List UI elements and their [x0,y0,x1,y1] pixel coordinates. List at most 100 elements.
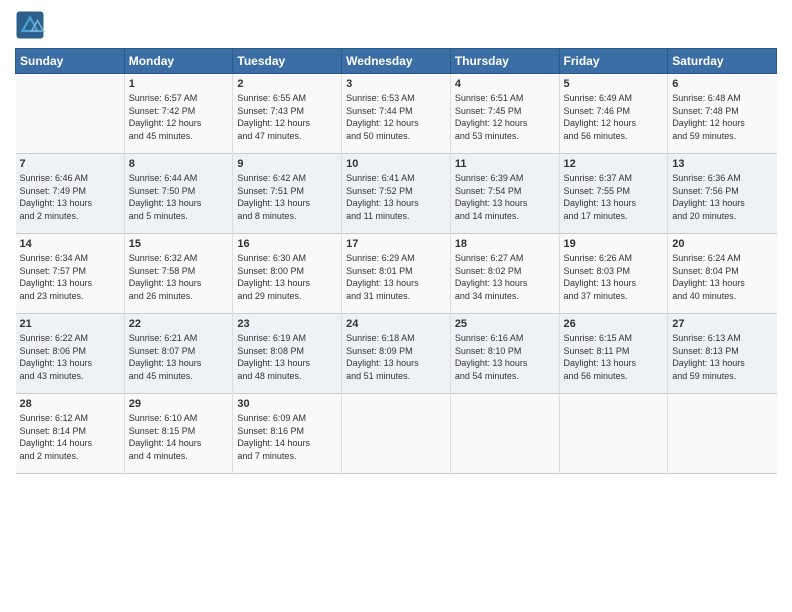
calendar-cell: 2 Sunrise: 6:55 AM Sunset: 7:43 PM Daylig… [233,74,342,154]
calendar-cell: 18 Sunrise: 6:27 AM Sunset: 8:02 PM Dayli… [450,234,559,314]
calendar-cell: 25Sunrise: 6:16 AM Sunset: 8:10 PM Dayli… [450,314,559,394]
cell-content: Sunrise: 6:36 AM Sunset: 7:56 PM Dayligh… [672,172,772,222]
day-number: 10 [346,158,446,170]
cell-content: Sunrise: 6:46 AM Sunset: 7:49 PM Dayligh… [20,172,120,222]
day-number: 27 [672,318,772,330]
day-number: 11 [455,158,555,170]
day-number: 18 [455,238,555,250]
cell-content: Sunrise: 6:29 AM Sunset: 8:01 PM Dayligh… [346,252,446,302]
cell-content: Sunrise: 6:42 AM Sunset: 7:51 PM Dayligh… [237,172,337,222]
calendar-cell: 20 Sunrise: 6:24 AM Sunset: 8:04 PM Dayli… [668,234,777,314]
cell-content: Sunrise: 6:27 AM Sunset: 8:02 PM Dayligh… [455,252,555,302]
cell-content: Sunrise: 6:10 AM Sunset: 8:15 PM Dayligh… [129,412,229,462]
cell-content: Sunrise: 6:12 AM Sunset: 8:14 PM Dayligh… [20,412,120,462]
col-header-saturday: Saturday [668,49,777,74]
col-header-friday: Friday [559,49,668,74]
cell-content: Sunrise: 6:21 AM Sunset: 8:07 PM Dayligh… [129,332,229,382]
calendar-cell: 24 Sunrise: 6:18 AM Sunset: 8:09 PM Dayli… [342,314,451,394]
day-number: 5 [564,78,664,90]
calendar-cell: 19Sunrise: 6:26 AM Sunset: 8:03 PM Dayli… [559,234,668,314]
cell-content: Sunrise: 6:41 AM Sunset: 7:52 PM Dayligh… [346,172,446,222]
col-header-monday: Monday [124,49,233,74]
day-number: 7 [20,158,120,170]
cell-content: Sunrise: 6:09 AM Sunset: 8:16 PM Dayligh… [237,412,337,462]
calendar-cell: 26 Sunrise: 6:15 AM Sunset: 8:11 PM Dayli… [559,314,668,394]
col-header-thursday: Thursday [450,49,559,74]
cell-content: Sunrise: 6:44 AM Sunset: 7:50 PM Dayligh… [129,172,229,222]
page-header [15,10,777,40]
day-number: 21 [20,318,120,330]
day-number: 22 [129,318,229,330]
calendar-cell [668,394,777,474]
day-number: 9 [237,158,337,170]
calendar-cell: 4Sunrise: 6:51 AM Sunset: 7:45 PM Daylig… [450,74,559,154]
week-row-3: 14 Sunrise: 6:34 AM Sunset: 7:57 PM Dayli… [16,234,777,314]
calendar-cell [559,394,668,474]
day-number: 16 [237,238,337,250]
calendar-cell: 28 Sunrise: 6:12 AM Sunset: 8:14 PM Dayli… [16,394,125,474]
calendar-cell: 13 Sunrise: 6:36 AM Sunset: 7:56 PM Dayli… [668,154,777,234]
day-number: 15 [129,238,229,250]
calendar-cell: 29 Sunrise: 6:10 AM Sunset: 8:15 PM Dayli… [124,394,233,474]
day-number: 24 [346,318,446,330]
week-row-1: 1 Sunrise: 6:57 AM Sunset: 7:42 PM Daylig… [16,74,777,154]
cell-content: Sunrise: 6:37 AM Sunset: 7:55 PM Dayligh… [564,172,664,222]
logo-icon [15,10,45,40]
calendar-cell: 22 Sunrise: 6:21 AM Sunset: 8:07 PM Dayli… [124,314,233,394]
calendar-cell [450,394,559,474]
day-number: 28 [20,398,120,410]
calendar-cell: 8 Sunrise: 6:44 AM Sunset: 7:50 PM Daylig… [124,154,233,234]
week-row-4: 21 Sunrise: 6:22 AM Sunset: 8:06 PM Dayli… [16,314,777,394]
cell-content: Sunrise: 6:32 AM Sunset: 7:58 PM Dayligh… [129,252,229,302]
week-row-2: 7 Sunrise: 6:46 AM Sunset: 7:49 PM Daylig… [16,154,777,234]
calendar-cell [342,394,451,474]
cell-content: Sunrise: 6:19 AM Sunset: 8:08 PM Dayligh… [237,332,337,382]
day-number: 8 [129,158,229,170]
cell-content: Sunrise: 6:24 AM Sunset: 8:04 PM Dayligh… [672,252,772,302]
cell-content: Sunrise: 6:15 AM Sunset: 8:11 PM Dayligh… [564,332,664,382]
calendar-cell: 21 Sunrise: 6:22 AM Sunset: 8:06 PM Dayli… [16,314,125,394]
calendar-cell: 6Sunrise: 6:48 AM Sunset: 7:48 PM Daylig… [668,74,777,154]
day-number: 26 [564,318,664,330]
col-header-tuesday: Tuesday [233,49,342,74]
cell-content: Sunrise: 6:57 AM Sunset: 7:42 PM Dayligh… [129,92,229,142]
cell-content: Sunrise: 6:55 AM Sunset: 7:43 PM Dayligh… [237,92,337,142]
col-header-wednesday: Wednesday [342,49,451,74]
calendar-cell: 23 Sunrise: 6:19 AM Sunset: 8:08 PM Dayli… [233,314,342,394]
cell-content: Sunrise: 6:53 AM Sunset: 7:44 PM Dayligh… [346,92,446,142]
cell-content: Sunrise: 6:26 AM Sunset: 8:03 PM Dayligh… [564,252,664,302]
day-number: 2 [237,78,337,90]
cell-content: Sunrise: 6:49 AM Sunset: 7:46 PM Dayligh… [564,92,664,142]
day-number: 23 [237,318,337,330]
calendar-cell: 15 Sunrise: 6:32 AM Sunset: 7:58 PM Dayli… [124,234,233,314]
cell-content: Sunrise: 6:22 AM Sunset: 8:06 PM Dayligh… [20,332,120,382]
calendar-table: SundayMondayTuesdayWednesdayThursdayFrid… [15,48,777,474]
day-number: 25 [455,318,555,330]
day-number: 13 [672,158,772,170]
calendar-cell: 1 Sunrise: 6:57 AM Sunset: 7:42 PM Daylig… [124,74,233,154]
calendar-cell: 9 Sunrise: 6:42 AM Sunset: 7:51 PM Daylig… [233,154,342,234]
cell-content: Sunrise: 6:18 AM Sunset: 8:09 PM Dayligh… [346,332,446,382]
cell-content: Sunrise: 6:51 AM Sunset: 7:45 PM Dayligh… [455,92,555,142]
day-number: 3 [346,78,446,90]
calendar-cell: 17 Sunrise: 6:29 AM Sunset: 8:01 PM Dayli… [342,234,451,314]
day-number: 14 [20,238,120,250]
cell-content: Sunrise: 6:30 AM Sunset: 8:00 PM Dayligh… [237,252,337,302]
calendar-cell: 3 Sunrise: 6:53 AM Sunset: 7:44 PM Daylig… [342,74,451,154]
day-number: 17 [346,238,446,250]
calendar-cell [16,74,125,154]
day-number: 20 [672,238,772,250]
day-number: 1 [129,78,229,90]
day-number: 29 [129,398,229,410]
calendar-cell: 12Sunrise: 6:37 AM Sunset: 7:55 PM Dayli… [559,154,668,234]
calendar-cell: 5 Sunrise: 6:49 AM Sunset: 7:46 PM Daylig… [559,74,668,154]
cell-content: Sunrise: 6:34 AM Sunset: 7:57 PM Dayligh… [20,252,120,302]
calendar-cell: 14 Sunrise: 6:34 AM Sunset: 7:57 PM Dayli… [16,234,125,314]
week-row-5: 28 Sunrise: 6:12 AM Sunset: 8:14 PM Dayli… [16,394,777,474]
calendar-cell: 30 Sunrise: 6:09 AM Sunset: 8:16 PM Dayli… [233,394,342,474]
calendar-cell: 27Sunrise: 6:13 AM Sunset: 8:13 PM Dayli… [668,314,777,394]
day-number: 6 [672,78,772,90]
cell-content: Sunrise: 6:39 AM Sunset: 7:54 PM Dayligh… [455,172,555,222]
day-number: 30 [237,398,337,410]
page-container: SundayMondayTuesdayWednesdayThursdayFrid… [0,0,792,612]
